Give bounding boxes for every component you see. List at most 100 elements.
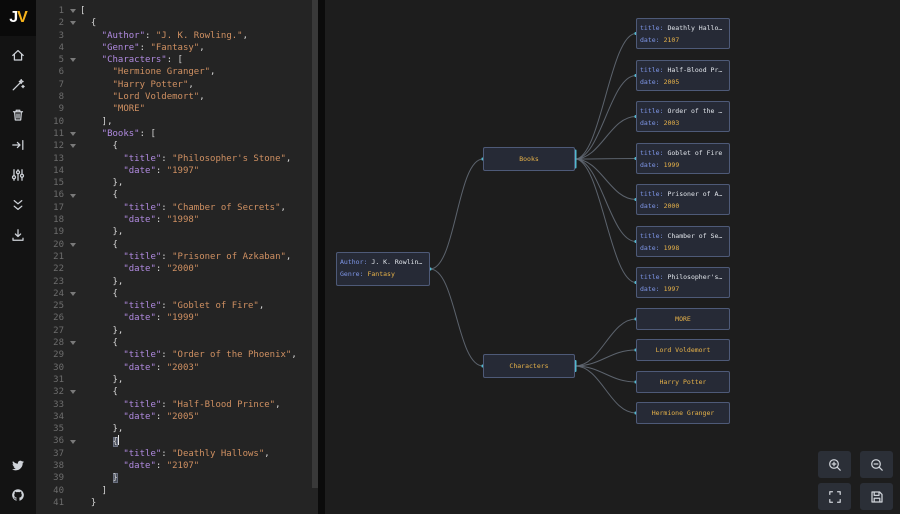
app-logo[interactable]: JV: [0, 0, 36, 36]
fold-chevron-icon: [70, 194, 76, 198]
editor-line[interactable]: 28 {: [36, 337, 318, 349]
editor-line[interactable]: 16 {: [36, 189, 318, 201]
editor-line[interactable]: 14 "date": "1997": [36, 165, 318, 177]
editor-line[interactable]: 18 "date": "1998": [36, 214, 318, 226]
editor-line[interactable]: 6 "Hermione Granger",: [36, 66, 318, 78]
editor-line[interactable]: 41 }: [36, 497, 318, 509]
graph-node-character[interactable]: Lord Voldemort: [636, 339, 730, 361]
editor-line[interactable]: 35 },: [36, 423, 318, 435]
fold-gutter[interactable]: [66, 140, 80, 152]
editor-line[interactable]: 7 "Harry Potter",: [36, 79, 318, 91]
editor-line[interactable]: 36 {: [36, 435, 318, 447]
save-image-button[interactable]: [860, 483, 893, 510]
fold-gutter[interactable]: [66, 239, 80, 251]
graph-node-books[interactable]: Books: [483, 147, 575, 171]
editor-line[interactable]: 29 "title": "Order of the Phoenix",: [36, 349, 318, 361]
editor-scrollbar-thumb[interactable]: [312, 0, 318, 488]
editor-line[interactable]: 15 },: [36, 177, 318, 189]
editor-line[interactable]: 3 "Author": "J. K. Rowling.",: [36, 30, 318, 42]
clear-json-button[interactable]: [0, 100, 36, 130]
graph-node-book[interactable]: title:Order of the Phoenixdate:2003: [636, 101, 730, 132]
auto-format-button[interactable]: [0, 70, 36, 100]
graph-node-book[interactable]: title:Chamber of Secretsdate:1998: [636, 226, 730, 257]
editor-line[interactable]: 2 {: [36, 17, 318, 29]
fold-gutter[interactable]: [66, 337, 80, 349]
editor-scrollbar[interactable]: [312, 0, 318, 514]
editor-line[interactable]: 30 "date": "2003": [36, 362, 318, 374]
json-punctuation: ]: [80, 486, 107, 496]
graph-node-character[interactable]: Hermione Granger: [636, 402, 730, 424]
editor-line[interactable]: 20 {: [36, 239, 318, 251]
graph-node-character[interactable]: Harry Potter: [636, 371, 730, 393]
editor-line[interactable]: 37 "title": "Deathly Hallows",: [36, 448, 318, 460]
editor-line[interactable]: 13 "title": "Philosopher's Stone",: [36, 153, 318, 165]
editor-line[interactable]: 9 "MORE": [36, 103, 318, 115]
editor-line[interactable]: 8 "Lord Voldemort",: [36, 91, 318, 103]
layout-direction-button[interactable]: [0, 130, 36, 160]
fold-gutter: [66, 30, 80, 42]
editor-line[interactable]: 38 "date": "2107": [36, 460, 318, 472]
editor-line[interactable]: 39 }: [36, 472, 318, 484]
graph-node-book[interactable]: title:Philosopher's Stonedate:1997: [636, 267, 730, 298]
home-button[interactable]: [0, 40, 36, 70]
fold-gutter: [66, 349, 80, 361]
json-punctuation: ,: [210, 67, 215, 77]
editor-line[interactable]: 11 "Books": [: [36, 128, 318, 140]
zoom-to-fit-button[interactable]: [818, 483, 851, 510]
editor-line[interactable]: 4 "Genre": "Fantasy",: [36, 42, 318, 54]
editor-line[interactable]: 32 {: [36, 386, 318, 398]
json-string: "Lord Voldemort": [80, 92, 199, 102]
graph-node-character[interactable]: MORE: [636, 308, 730, 330]
editor-line[interactable]: 25 "title": "Goblet of Fire",: [36, 300, 318, 312]
editor-line[interactable]: 12 {: [36, 140, 318, 152]
fold-gutter[interactable]: [66, 128, 80, 140]
editor-line[interactable]: 26 "date": "1999": [36, 312, 318, 324]
fold-gutter: [66, 202, 80, 214]
editor-line[interactable]: 1[: [36, 5, 318, 17]
twitter-link[interactable]: [0, 450, 36, 480]
zoom-in-button[interactable]: [818, 451, 851, 478]
fold-gutter[interactable]: [66, 17, 80, 29]
editor-line[interactable]: 34 "date": "2005": [36, 411, 318, 423]
import-file-button[interactable]: [0, 220, 36, 250]
graph-node-characters[interactable]: Characters: [483, 354, 575, 378]
editor-line[interactable]: 19 },: [36, 226, 318, 238]
editor-line[interactable]: 17 "title": "Chamber of Secrets",: [36, 202, 318, 214]
fold-gutter: [66, 42, 80, 54]
editor-line[interactable]: 33 "title": "Half-Blood Prince",: [36, 399, 318, 411]
collapse-nodes-button[interactable]: [0, 190, 36, 220]
graph-node-book[interactable]: title:Goblet of Firedate:1999: [636, 143, 730, 174]
code-text: "title": "Order of the Phoenix",: [80, 349, 297, 361]
fold-gutter: [66, 251, 80, 263]
adjustments-button[interactable]: [0, 160, 36, 190]
line-number: 32: [36, 386, 66, 398]
editor-line[interactable]: 10 ],: [36, 116, 318, 128]
fold-gutter[interactable]: [66, 288, 80, 300]
fold-gutter[interactable]: [66, 189, 80, 201]
fold-gutter[interactable]: [66, 5, 80, 17]
graph-node-book[interactable]: title:Deathly Hallowsdate:2107: [636, 18, 730, 49]
json-key: "date": [80, 363, 156, 373]
zoom-out-button[interactable]: [860, 451, 893, 478]
graph-node-book[interactable]: title:Prisoner of Azkabandate:2000: [636, 184, 730, 215]
line-number: 29: [36, 349, 66, 361]
editor-line[interactable]: 5 "Characters": [: [36, 54, 318, 66]
editor-line[interactable]: 24 {: [36, 288, 318, 300]
editor-line[interactable]: 21 "title": "Prisoner of Azkaban",: [36, 251, 318, 263]
editor-line[interactable]: 40 ]: [36, 485, 318, 497]
graph-canvas[interactable]: Author:J. K. Rowling.Genre:Fantasy Books C…: [325, 0, 900, 514]
graph-node-book[interactable]: title:Half-Blood Princedate:2005: [636, 60, 730, 91]
graph-node-root[interactable]: Author:J. K. Rowling.Genre:Fantasy: [336, 252, 430, 286]
panel-resize-divider[interactable]: [318, 0, 325, 514]
editor-line[interactable]: 22 "date": "2000": [36, 263, 318, 275]
github-link[interactable]: [0, 480, 36, 510]
editor-line[interactable]: 27 },: [36, 325, 318, 337]
json-punctuation: :: [156, 461, 167, 471]
editor-line[interactable]: 31 },: [36, 374, 318, 386]
node-row: date:2107: [640, 34, 726, 46]
json-editor[interactable]: 1[2 {3 "Author": "J. K. Rowling.",4 "Gen…: [36, 0, 318, 514]
fold-gutter[interactable]: [66, 386, 80, 398]
fold-gutter[interactable]: [66, 54, 80, 66]
editor-line[interactable]: 23 },: [36, 276, 318, 288]
fold-gutter[interactable]: [66, 435, 80, 447]
